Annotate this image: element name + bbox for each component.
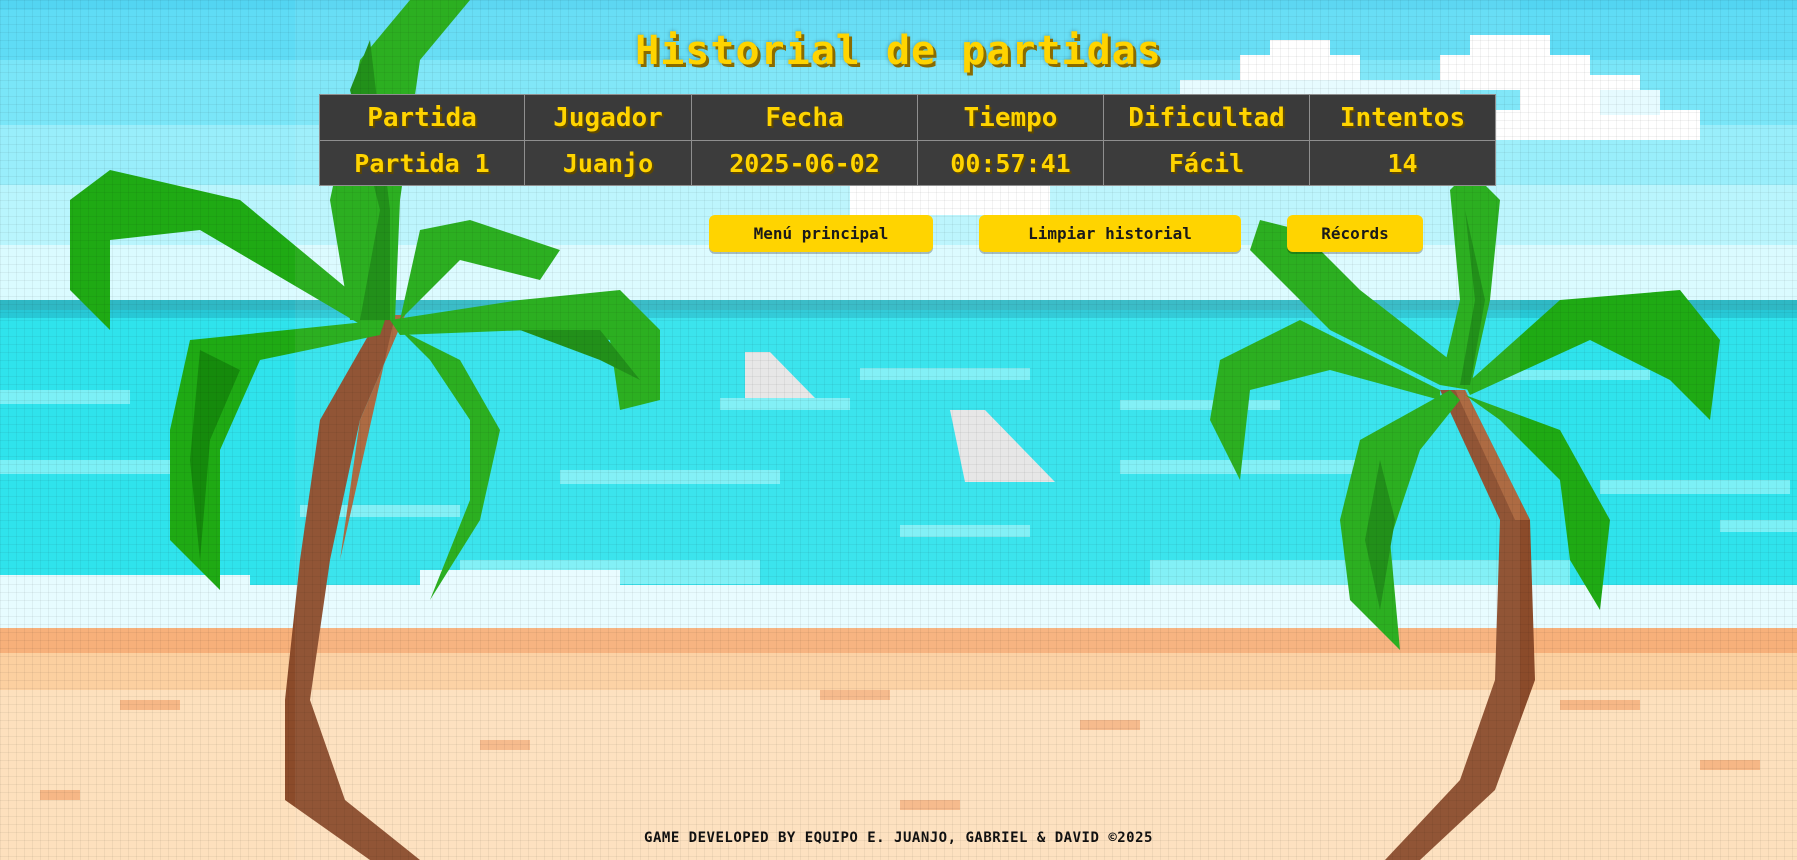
column-header-fecha: Fecha	[691, 94, 918, 141]
column-header-tiempo: Tiempo	[917, 94, 1104, 141]
footer-credits: GAME DEVELOPED BY EQUIPO E. JUANJO, GABR…	[644, 830, 1153, 846]
column-header-dificultad: Dificultad	[1103, 94, 1310, 141]
cell-tiempo: 00:57:41	[917, 140, 1104, 186]
column-header-intentos: Intentos	[1309, 94, 1496, 141]
cell-dificultad: Fácil	[1103, 140, 1310, 186]
history-table: Partida Jugador Fecha Tiempo Dificultad …	[319, 94, 1496, 186]
page-title: Historial de partidas	[635, 28, 1162, 74]
records-button[interactable]: Récords	[1287, 215, 1423, 252]
table-header-row: Partida Jugador Fecha Tiempo Dificultad …	[319, 94, 1496, 141]
clear-history-button[interactable]: Limpiar historial	[979, 215, 1241, 252]
main-menu-button[interactable]: Menú principal	[709, 215, 933, 252]
cell-jugador: Juanjo	[524, 140, 692, 186]
cell-fecha: 2025-06-02	[691, 140, 918, 186]
table-row: Partida 1 Juanjo 2025-06-02 00:57:41 Fác…	[319, 140, 1496, 186]
cell-partida: Partida 1	[319, 140, 525, 186]
cell-intentos: 14	[1309, 140, 1496, 186]
column-header-partida: Partida	[319, 94, 525, 141]
column-header-jugador: Jugador	[524, 94, 692, 141]
